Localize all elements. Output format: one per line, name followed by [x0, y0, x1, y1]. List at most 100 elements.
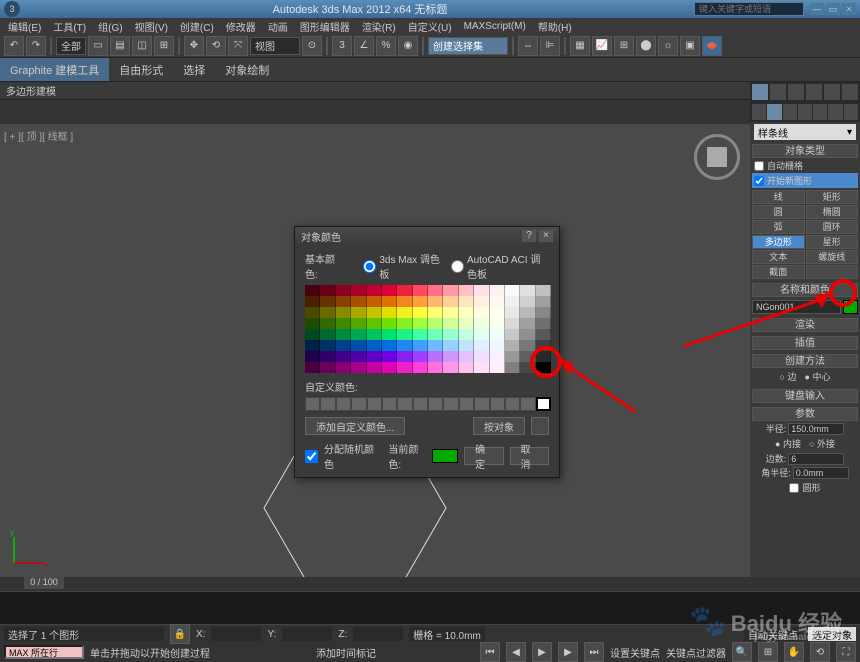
color-swatch[interactable]: [397, 318, 412, 329]
ok-button[interactable]: 确定: [464, 447, 503, 465]
z-coord[interactable]: [353, 627, 403, 641]
custom-swatch[interactable]: [320, 397, 335, 411]
color-swatch[interactable]: [413, 318, 428, 329]
zoom-icon[interactable]: 🔍: [732, 642, 752, 662]
custom-swatch[interactable]: [305, 397, 320, 411]
color-swatch[interactable]: [413, 340, 428, 351]
color-swatch[interactable]: [536, 307, 551, 318]
viewport-label[interactable]: [ + ][ 顶 ][ 线框 ]: [4, 128, 73, 143]
rollout-objtype[interactable]: 对象类型: [752, 144, 858, 158]
custom-swatch[interactable]: [351, 397, 366, 411]
assign-random-check[interactable]: [305, 450, 318, 463]
color-swatch[interactable]: [459, 307, 474, 318]
color-swatch[interactable]: [382, 329, 397, 340]
rollout-method[interactable]: 创建方法: [752, 354, 858, 368]
menu-help[interactable]: 帮助(H): [534, 19, 576, 34]
time-tag[interactable]: 添加时间标记: [316, 645, 376, 660]
color-swatch[interactable]: [336, 351, 351, 362]
dialog-close-icon[interactable]: ×: [539, 230, 553, 242]
app-logo[interactable]: 3: [4, 1, 20, 17]
color-swatch[interactable]: [397, 362, 412, 373]
color-swatch[interactable]: [474, 340, 489, 351]
custom-swatch[interactable]: [428, 397, 443, 411]
scale-icon[interactable]: ⤧: [228, 36, 248, 56]
color-swatch[interactable]: [397, 285, 412, 296]
objtype-圆[interactable]: 圆: [752, 205, 805, 219]
color-swatch[interactable]: [382, 340, 397, 351]
objtype-椭圆[interactable]: 椭圆: [806, 205, 859, 219]
color-swatch[interactable]: [428, 340, 443, 351]
color-swatch[interactable]: [351, 329, 366, 340]
objtype-[interactable]: [806, 265, 859, 279]
color-swatch[interactable]: [336, 362, 351, 373]
move-icon[interactable]: ✥: [184, 36, 204, 56]
color-swatch[interactable]: [305, 351, 320, 362]
color-swatch[interactable]: [474, 307, 489, 318]
help-search-input[interactable]: [695, 3, 803, 15]
custom-swatch[interactable]: [336, 397, 351, 411]
color-swatch[interactable]: [320, 285, 335, 296]
ribbon-poly-label[interactable]: 多边形建模: [6, 83, 56, 98]
color-swatch[interactable]: [474, 318, 489, 329]
hierarchy-tab-icon[interactable]: [788, 84, 804, 100]
render-icon[interactable]: 🫖: [702, 36, 722, 56]
color-swatch[interactable]: [382, 285, 397, 296]
color-swatch[interactable]: [505, 285, 520, 296]
color-swatch[interactable]: [305, 296, 320, 307]
color-swatch[interactable]: [320, 351, 335, 362]
tab-objpaint[interactable]: 对象绘制: [215, 58, 279, 81]
menu-edit[interactable]: 编辑(E): [4, 19, 45, 34]
color-swatch[interactable]: [443, 318, 458, 329]
color-swatch[interactable]: [382, 296, 397, 307]
menu-tools[interactable]: 工具(T): [49, 19, 90, 34]
objtype-截面[interactable]: 截面: [752, 265, 805, 279]
color-swatch[interactable]: [367, 307, 382, 318]
shapes-icon[interactable]: [767, 104, 781, 120]
color-swatch[interactable]: [305, 318, 320, 329]
menu-maxscript[interactable]: MAXScript(M): [460, 21, 530, 32]
object-color-swatch[interactable]: [843, 300, 858, 314]
color-swatch[interactable]: [320, 296, 335, 307]
help-search[interactable]: [694, 2, 804, 16]
color-swatch[interactable]: [320, 362, 335, 373]
cancel-button[interactable]: 取消: [510, 447, 549, 465]
color-swatch[interactable]: [413, 362, 428, 373]
color-swatch[interactable]: [505, 362, 520, 373]
next-frame-icon[interactable]: ▶: [558, 642, 578, 662]
color-swatch[interactable]: [336, 307, 351, 318]
keyfilter-button[interactable]: 关键点过滤器: [666, 645, 726, 660]
color-swatch[interactable]: [490, 307, 505, 318]
display-tab-icon[interactable]: [824, 84, 840, 100]
color-swatch[interactable]: [443, 351, 458, 362]
palette-acad-radio[interactable]: AutoCAD ACI 调色板: [451, 251, 549, 281]
color-swatch[interactable]: [351, 351, 366, 362]
color-swatch[interactable]: [459, 362, 474, 373]
render-setup-icon[interactable]: ☼: [658, 36, 678, 56]
color-swatch[interactable]: [490, 318, 505, 329]
utilities-tab-icon[interactable]: [842, 84, 858, 100]
tab-graphite[interactable]: Graphite 建模工具: [0, 58, 109, 81]
color-swatch[interactable]: [413, 285, 428, 296]
select-name-icon[interactable]: ▤: [110, 36, 130, 56]
newshape-check[interactable]: [754, 176, 764, 186]
rollout-keyboard[interactable]: 键盘输入: [752, 389, 858, 403]
color-swatch[interactable]: [459, 340, 474, 351]
color-swatch[interactable]: [443, 307, 458, 318]
color-swatch[interactable]: [443, 362, 458, 373]
color-swatch[interactable]: [520, 362, 535, 373]
redo-icon[interactable]: ↷: [26, 36, 46, 56]
ref-coord[interactable]: 视图: [250, 37, 300, 55]
menu-custom[interactable]: 自定义(U): [404, 19, 456, 34]
color-swatch[interactable]: [505, 307, 520, 318]
menu-modifier[interactable]: 修改器: [222, 19, 260, 34]
color-swatch[interactable]: [459, 296, 474, 307]
color-swatch[interactable]: [520, 296, 535, 307]
orbit-icon[interactable]: ⟲: [810, 642, 830, 662]
color-swatch[interactable]: [520, 351, 535, 362]
method-center[interactable]: ● 中心: [805, 370, 831, 383]
dialog-titlebar[interactable]: 对象颜色 ? ×: [295, 227, 559, 245]
color-swatch[interactable]: [490, 285, 505, 296]
select-region-icon[interactable]: ◫: [132, 36, 152, 56]
color-swatch[interactable]: [336, 329, 351, 340]
helpers-icon[interactable]: [813, 104, 827, 120]
